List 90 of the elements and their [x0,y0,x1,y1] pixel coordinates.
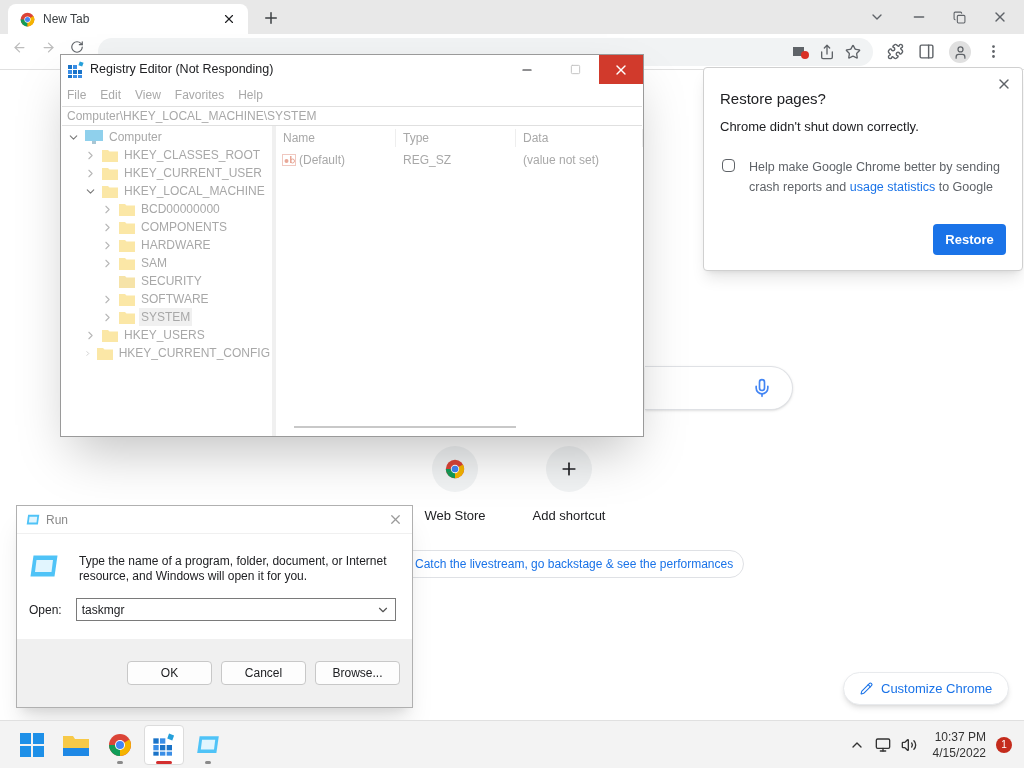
web-store-icon [445,459,465,479]
folder-icon [119,292,135,306]
address-field[interactable]: Computer\HKEY_LOCAL_MACHINE\SYSTEM [62,106,642,126]
string-value-icon [282,154,296,166]
close-icon[interactable] [222,12,236,26]
tree-item[interactable]: SAM [139,254,169,272]
browser-tab[interactable]: New Tab [8,4,248,34]
volume-icon[interactable] [900,736,917,753]
notification-badge[interactable]: 1 [996,736,1012,753]
shortcut-tile[interactable]: Add shortcut [524,446,614,526]
clock[interactable]: 10:37 PM 4/15/2022 [932,728,986,761]
folder-icon [119,238,135,252]
extensions-icon[interactable] [887,43,904,60]
windows-start-icon [20,732,44,757]
window-title: Run [46,511,69,529]
running-indicator [156,760,172,764]
open-label: Open: [29,601,62,619]
table-cell-text: REG_SZ [402,152,452,169]
close-button[interactable] [599,55,643,84]
usage-statistics-link[interactable]: usage statistics [849,180,936,194]
side-panel-icon[interactable] [918,43,935,60]
menu-item[interactable]: Favorites [174,86,225,104]
menu-item[interactable]: Help [238,86,263,104]
computer-icon [85,130,103,144]
menu-item[interactable]: View [135,86,161,104]
running-indicator [205,760,211,764]
microphone-icon[interactable] [752,378,772,398]
tree-item[interactable]: COMPONENTS [139,218,229,236]
tree-item[interactable]: SOFTWARE [139,290,211,308]
checkbox[interactable] [722,159,735,172]
menu-item[interactable]: Edit [100,86,122,104]
tree-item[interactable]: SYSTEM [139,308,193,326]
folder-icon [119,274,135,288]
dialog-button[interactable]: OK [127,661,212,685]
registry-icon [67,60,85,79]
taskbar-app-button[interactable] [144,724,184,765]
column-header[interactable]: Type [396,129,516,147]
chrome-logo-icon [108,732,132,757]
folder-icon [102,328,118,342]
tree-item[interactable]: HKEY_CURRENT_USER [122,164,265,182]
folder-icon [63,733,89,756]
chrome-logo-icon [20,11,35,27]
share-icon[interactable] [819,44,835,60]
table-cell-text: (value not set) [522,152,600,169]
profile-icon[interactable] [949,41,971,63]
window-title: Registry Editor (Not Responding) [90,61,275,79]
run-icon [196,734,220,755]
consent-text: Help make Google Chrome better by sending crash reports and usage statistics to Google [749,159,1001,196]
folder-icon [119,310,135,324]
restore-window-icon[interactable] [953,10,966,24]
reload-icon[interactable] [70,40,84,54]
tree-item[interactable]: SECURITY [139,272,204,290]
open-combobox[interactable]: taskmgr [75,598,396,621]
folder-icon [119,220,135,234]
tree-item[interactable]: HKEY_CLASSES_ROOT [122,146,263,164]
restore-button[interactable]: Restore [933,224,1006,255]
bookmark-star-icon[interactable] [845,44,861,60]
customize-chrome-button[interactable]: Customize Chrome [843,672,1010,705]
tree-item[interactable]: HARDWARE [139,236,213,254]
back-icon[interactable] [12,40,27,55]
pencil-icon [860,682,873,695]
menu-item[interactable]: File [67,86,87,104]
tree-item[interactable]: HKEY_LOCAL_MACHINE [122,182,267,200]
run-title-icon [26,513,40,526]
folder-icon [102,184,118,198]
tree-item[interactable]: BCD00000000 [139,200,222,218]
column-header[interactable]: Name [276,129,396,147]
new-tab-icon[interactable] [262,9,280,27]
column-header[interactable]: Data [516,129,643,147]
camera-blocked-icon[interactable] [793,45,809,59]
dialog-button[interactable]: Browse... [315,661,400,685]
running-indicator [117,760,123,764]
shortcut-tile[interactable]: Web Store [410,446,500,526]
scrollbar[interactable] [294,426,516,428]
dialog-button[interactable]: Cancel [221,661,306,685]
network-icon[interactable] [874,736,891,753]
forward-icon[interactable] [41,40,56,55]
registry-icon [152,732,176,757]
folder-icon [96,346,113,360]
popup-message: Chrome didn't shut down correctly. [720,118,919,136]
folder-icon [119,202,135,216]
tree-item[interactable]: Computer [107,128,164,146]
run-program-icon [29,554,59,578]
tree-item[interactable]: HKEY_CURRENT_CONFIG [116,344,272,362]
tree-item[interactable]: HKEY_USERS [122,326,207,344]
table-cell-text: (Default) [299,152,345,169]
folder-icon [119,256,135,270]
folder-icon [102,166,118,180]
popup-title: Restore pages? [720,89,826,109]
folder-icon [102,148,118,162]
